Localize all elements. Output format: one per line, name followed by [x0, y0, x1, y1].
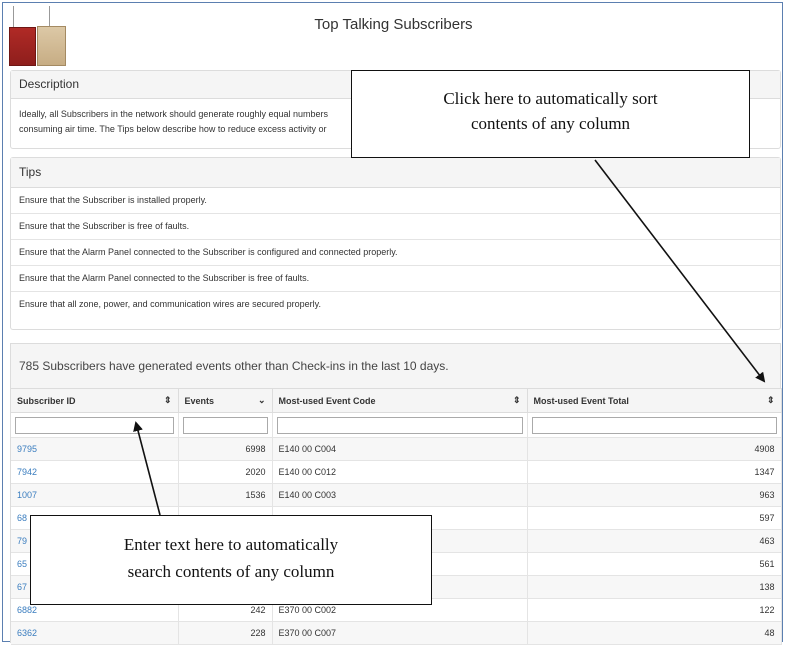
sort-arrow: [594, 159, 766, 383]
search-arrow: [133, 421, 161, 516]
search-callout: Enter text here to automatically search …: [30, 515, 432, 605]
sort-callout: Click here to automatically sort content…: [351, 70, 750, 158]
callout-line: Click here to automatically sort: [443, 89, 658, 108]
callout-line: contents of any column: [470, 114, 631, 133]
callout-line: search contents of any column: [127, 562, 335, 581]
callout-line: Enter text here to automatically: [123, 535, 339, 554]
